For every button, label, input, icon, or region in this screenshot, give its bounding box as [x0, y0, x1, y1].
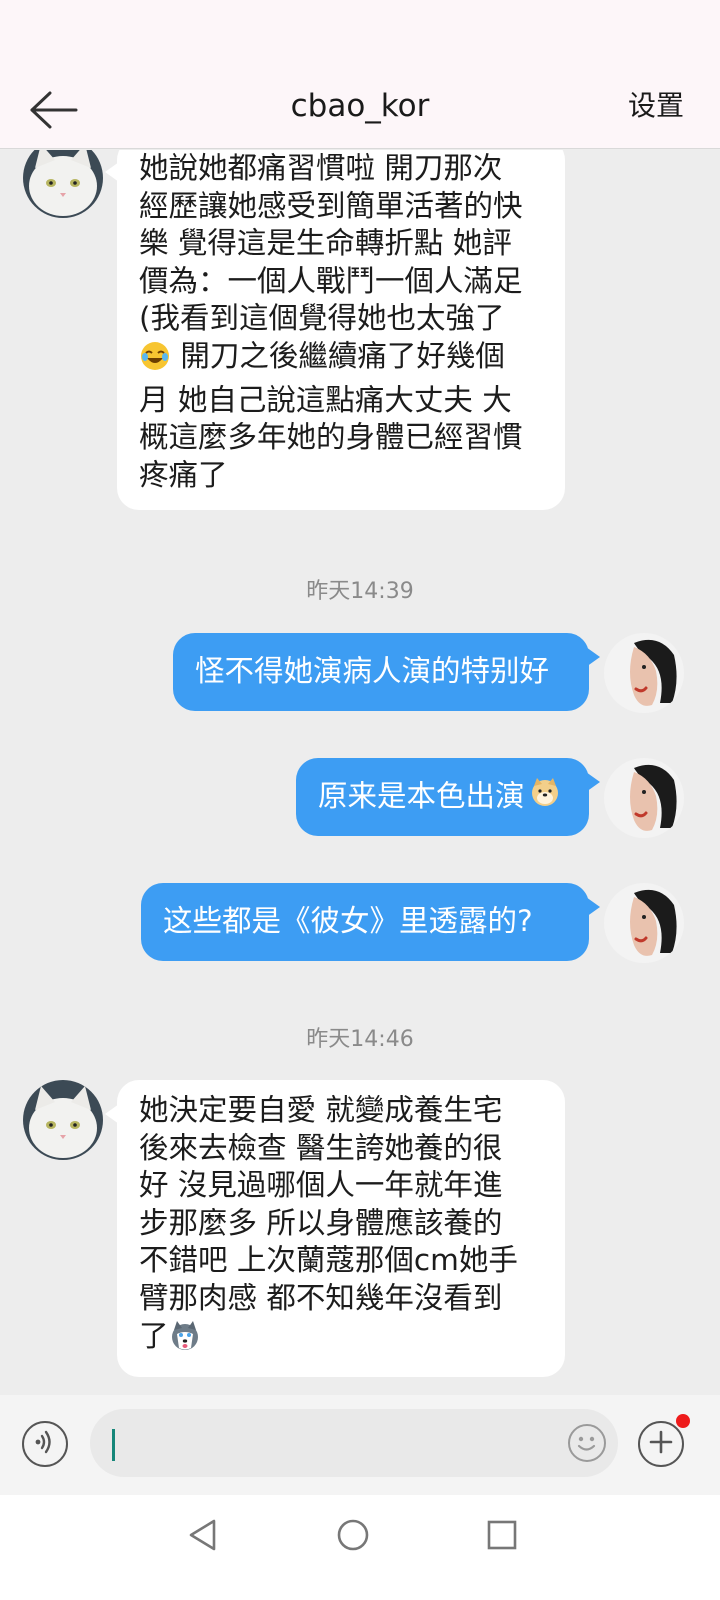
message-timestamp: 昨天14:39 — [306, 579, 414, 604]
message-list[interactable]: 她說她都痛習慣啦 開刀那次 經歷讓她感受到簡單活著的快 樂 覺得這是生命轉折點 … — [0, 150, 720, 1422]
nav-recents-button[interactable] — [480, 1515, 524, 1559]
emoji-picker-button[interactable] — [568, 1424, 606, 1462]
input-bar — [0, 1395, 720, 1495]
laughing-crying-emoji — [139, 340, 171, 382]
nav-home-icon — [336, 1518, 370, 1556]
settings-button[interactable]: 设置 — [628, 76, 684, 148]
message-line: 樂 覺得這是生命轉折點 她評 — [139, 226, 512, 261]
voice-icon — [31, 1428, 59, 1460]
message-text: 这些都是《彼女》里透露的? — [163, 904, 533, 939]
smiley-icon — [570, 1436, 603, 1463]
message-line: 價為：一個人戰鬥一個人滿足 — [139, 263, 523, 298]
nav-back-button[interactable] — [180, 1515, 224, 1559]
contact-avatar[interactable] — [23, 1080, 103, 1160]
chat-title: cbao_kor — [290, 88, 430, 124]
bubble-tail — [586, 897, 600, 917]
message-text: 怪不得她演病人演的特别好 — [195, 654, 550, 689]
contact-avatar[interactable] — [23, 150, 103, 218]
my-avatar[interactable] — [604, 883, 684, 963]
chat-header: cbao_kor 设置 — [0, 76, 720, 149]
message-line: 月 她自己說這點痛大丈夫 大 — [139, 382, 512, 417]
bubble-tail — [586, 772, 600, 792]
notification-dot — [676, 1414, 690, 1428]
incoming-message-bubble[interactable]: 她說她都痛習慣啦 開刀那次 經歷讓她感受到簡單活著的快 樂 覺得這是生命轉折點 … — [117, 150, 565, 511]
incoming-message-bubble[interactable]: 她決定要自愛 就變成養生宅 後來去檢查 醫生誇她養的很 好 沒見過哪個人一年就年… — [117, 1080, 565, 1378]
message-line-with-emoji: 了 — [139, 1318, 545, 1362]
text-caret — [112, 1429, 115, 1461]
outgoing-message-bubble[interactable]: 怪不得她演病人演的特别好 — [173, 633, 589, 711]
message-line: 不錯吧 上次蘭蔻那個cm她手 — [139, 1243, 518, 1278]
message-line: 步那麼多 所以身體應該養的 — [139, 1205, 503, 1240]
bubble-tail — [586, 647, 600, 667]
husky-emoji — [169, 1320, 201, 1362]
my-avatar[interactable] — [604, 633, 684, 713]
outgoing-message-bubble[interactable]: 这些都是《彼女》里透露的? — [141, 883, 589, 961]
message-line: 她決定要自愛 就變成養生宅 — [139, 1093, 503, 1127]
message-line: 後來去檢查 醫生誇她養的很 — [139, 1130, 503, 1165]
message-line: 經歷讓她感受到簡單活著的快 — [139, 188, 523, 223]
message-line: (我看到這個覺得她也太強了 — [139, 301, 505, 336]
system-navigation-bar — [0, 1495, 720, 1600]
message-line-with-emoji: 開刀之後繼續痛了好幾個 — [139, 338, 545, 382]
voice-button[interactable] — [22, 1421, 68, 1467]
nav-recents-icon — [486, 1519, 518, 1555]
message-line: 她說她都痛習慣啦 開刀那次 — [139, 151, 503, 185]
doge-emoji — [529, 776, 561, 818]
message-line: 好 沒見過哪個人一年就年進 — [139, 1168, 503, 1203]
message-text: 原来是本色出演 — [318, 779, 525, 814]
message-timestamp: 昨天14:46 — [306, 1027, 414, 1052]
message-line: 概這麼多年她的身體已經習慣 — [139, 420, 523, 455]
outgoing-message-bubble[interactable]: 原来是本色出演 — [296, 758, 589, 836]
message-input[interactable] — [90, 1409, 618, 1477]
more-options-button[interactable] — [638, 1421, 684, 1467]
my-avatar[interactable] — [604, 758, 684, 838]
nav-back-icon — [187, 1518, 217, 1556]
status-bar — [0, 0, 720, 76]
plus-icon — [648, 1429, 674, 1459]
nav-home-button[interactable] — [331, 1515, 375, 1559]
message-line: 疼痛了 — [139, 457, 228, 492]
message-line: 臂那肉感 都不知幾年沒看到 — [139, 1280, 503, 1315]
